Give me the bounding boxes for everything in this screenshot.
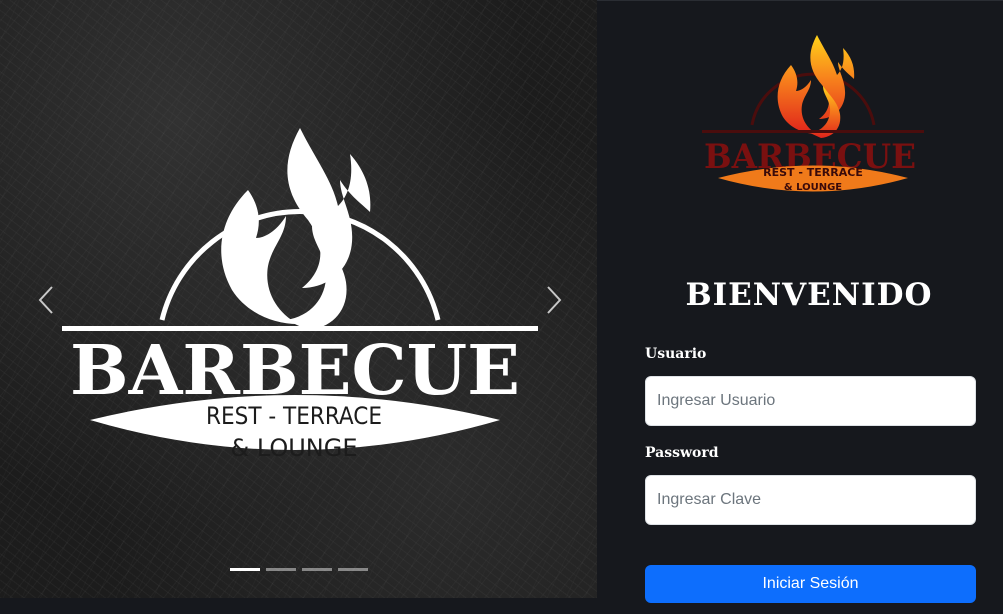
logo-line2-text: & LOUNGE <box>784 182 842 193</box>
login-panel: BARBECUE REST - TERRACE & LOUNGE BIENVEN… <box>597 0 1003 614</box>
carousel-next-button[interactable] <box>534 275 574 325</box>
login-button[interactable]: Iniciar Sesión <box>645 565 976 603</box>
chevron-right-icon <box>547 286 562 314</box>
slide-line1-text: REST - TERRACE <box>206 402 382 430</box>
carousel-indicator-2[interactable] <box>266 568 296 571</box>
carousel-prev-button[interactable] <box>26 275 66 325</box>
slide-line2-text: & LOUNGE <box>230 434 357 462</box>
carousel-indicator-1[interactable] <box>230 568 260 571</box>
password-input[interactable] <box>645 475 976 525</box>
password-label: Password <box>645 445 719 461</box>
barbecue-logo-slide: BARBECUE REST - TERRACE & LOUNGE <box>62 128 538 462</box>
page-title: BIENVENIDO <box>685 277 933 313</box>
logo-bar <box>702 130 924 133</box>
username-label: Usuario <box>645 346 707 362</box>
image-carousel: BARBECUE REST - TERRACE & LOUNGE <box>0 0 597 598</box>
carousel-indicator-4[interactable] <box>338 568 368 571</box>
flame-icon <box>221 128 371 324</box>
username-input[interactable] <box>645 376 976 426</box>
flame-icon <box>777 35 855 134</box>
barbecue-logo-color: BARBECUE REST - TERRACE & LOUNGE <box>702 35 924 193</box>
logo-arc <box>159 209 441 321</box>
carousel-indicator-3[interactable] <box>302 568 332 571</box>
logo-line1-text: REST - TERRACE <box>763 166 863 179</box>
carousel-indicators <box>230 568 368 571</box>
logo-arc <box>750 72 876 126</box>
chevron-left-icon <box>38 286 53 314</box>
